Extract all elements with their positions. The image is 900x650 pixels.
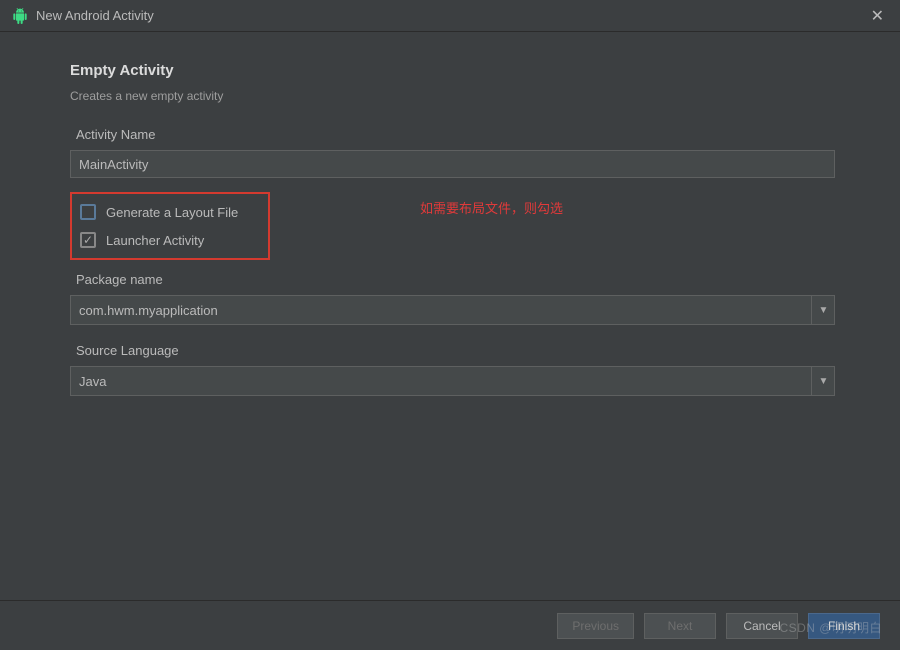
titlebar: New Android Activity ✕ — [0, 0, 900, 32]
window-title: New Android Activity — [36, 8, 867, 23]
launcher-activity-checkbox[interactable]: ✓ Launcher Activity — [74, 226, 266, 254]
package-name-select[interactable]: com.hwm.myapplication — [70, 295, 835, 325]
page-heading: Empty Activity — [70, 62, 835, 79]
dialog-content: Empty Activity Creates a new empty activ… — [0, 32, 900, 396]
checkbox-icon — [80, 204, 96, 220]
page-subheading: Creates a new empty activity — [70, 89, 835, 103]
generate-layout-label: Generate a Layout File — [106, 205, 238, 220]
cancel-button[interactable]: Cancel — [726, 613, 798, 639]
package-name-label: Package name — [70, 272, 835, 287]
next-button[interactable]: Next — [644, 613, 716, 639]
source-language-select[interactable]: Java — [70, 366, 835, 396]
activity-name-input[interactable] — [70, 150, 835, 178]
chevron-down-icon[interactable]: ▼ — [811, 295, 835, 325]
previous-button[interactable]: Previous — [557, 613, 634, 639]
package-name-value: com.hwm.myapplication — [79, 303, 218, 318]
launcher-activity-label: Launcher Activity — [106, 233, 204, 248]
highlighted-checkbox-group: Generate a Layout File ✓ Launcher Activi… — [70, 192, 270, 260]
dialog-footer: Previous Next Cancel Finish — [0, 600, 900, 650]
close-icon[interactable]: ✕ — [867, 2, 888, 30]
source-language-label: Source Language — [70, 343, 835, 358]
source-language-value: Java — [79, 374, 106, 389]
annotation-text: 如需要布局文件，则勾选 — [420, 198, 563, 217]
checkbox-checked-icon: ✓ — [80, 232, 96, 248]
generate-layout-checkbox[interactable]: Generate a Layout File — [74, 198, 266, 226]
finish-button[interactable]: Finish — [808, 613, 880, 639]
android-icon — [12, 8, 28, 24]
chevron-down-icon[interactable]: ▼ — [811, 366, 835, 396]
activity-name-label: Activity Name — [70, 127, 835, 142]
